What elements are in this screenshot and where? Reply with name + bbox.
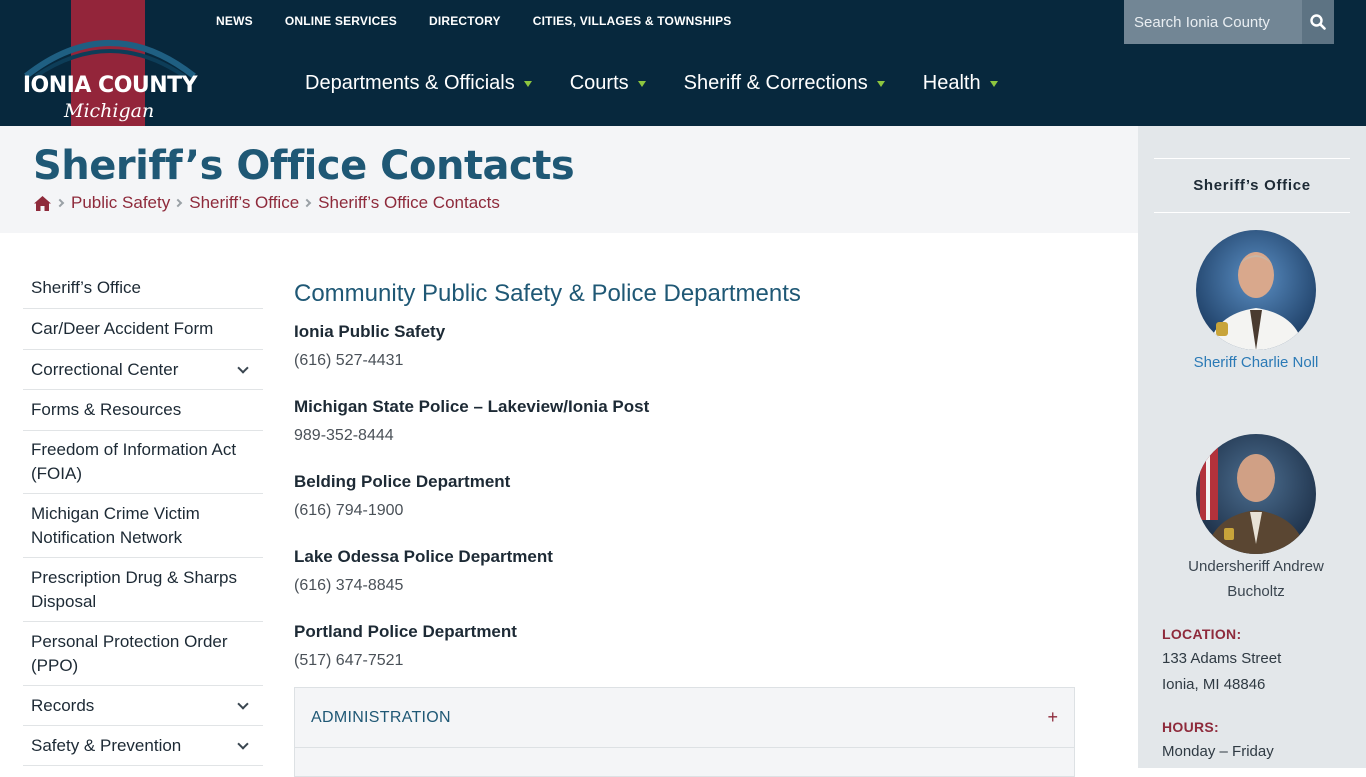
location-label: LOCATION: [1162,626,1242,642]
side-nav-item-ppo[interactable]: Personal Protection Order (PPO) [23,622,263,686]
logo-subtitle: Michigan [64,100,155,122]
nav-departments-officials[interactable]: Departments & Officials [305,72,532,95]
utility-nav: NEWS ONLINE SERVICES DIRECTORY CITIES, V… [216,14,732,28]
hours-label: HOURS: [1162,719,1220,735]
side-nav-item-sheriffs-office[interactable]: Sheriff’s Office [23,268,263,309]
chevron-right-icon [173,198,183,208]
plus-icon: + [1047,707,1058,727]
side-nav-item-drug-sharps[interactable]: Prescription Drug & Sharps Disposal [23,558,263,622]
side-nav-label: Prescription Drug & Sharps Disposal [31,567,237,611]
nav-label: Health [922,72,981,94]
breadcrumb: Public Safety Sheriff’s Office Sheriff’s… [33,193,500,213]
caret-down-icon [523,80,532,87]
sidebar-contacts: Sheriff’s Office Sheriff Charlie Noll Un… [1138,126,1366,768]
department-phone: 989-352-8444 [294,427,394,444]
breadcrumb-current[interactable]: Sheriff’s Office Contacts [318,193,500,213]
chevron-down-icon[interactable] [237,361,249,374]
logo-name: IONIA COUNTY [22,73,198,98]
nav-label: Courts [569,72,629,94]
county-logo[interactable]: IONIA COUNTY Michigan [20,0,200,130]
side-nav-item-records[interactable]: Records [23,686,263,726]
department-phone: (616) 527-4431 [294,352,404,369]
address-line-1: 133 Adams Street [1162,650,1282,667]
department-item: Lake Odessa Police Department (616) 374-… [294,545,1075,597]
undersheriff-photo [1196,434,1316,554]
side-nav-label: Personal Protection Order (PPO) [31,631,228,675]
department-name: Lake Odessa Police Department [294,547,553,566]
side-nav-item-foia[interactable]: Freedom of Information Act (FOIA) [23,431,263,494]
accordion: ADMINISTRATION + [294,687,1075,777]
side-nav-label: Records [31,695,95,715]
department-phone: (517) 647-7521 [294,652,404,669]
side-nav-item-car-deer[interactable]: Car/Deer Accident Form [23,309,263,350]
nav-label: Departments & Officials [305,72,515,94]
side-nav-label: Safety & Prevention [31,735,182,755]
department-item: Portland Police Department (517) 647-752… [294,620,1075,672]
nav-sheriff-corrections[interactable]: Sheriff & Corrections [684,72,885,95]
caret-down-icon [876,80,885,87]
department-item: Belding Police Department (616) 794-1900 [294,470,1075,522]
search-input[interactable] [1124,0,1302,44]
department-name: Ionia Public Safety [294,322,446,341]
search-icon [1310,14,1326,30]
main-content: Community Public Safety & Police Departm… [294,280,1075,695]
accordion-administration-toggle[interactable]: ADMINISTRATION + [295,688,1074,748]
nav-courts[interactable]: Courts [570,72,646,95]
main-nav: Departments & Officials Courts Sheriff &… [305,72,1036,95]
undersheriff-name: Undersheriff Andrew [1188,558,1324,575]
site-header: IONIA COUNTY Michigan NEWS ONLINE SERVIC… [0,0,1366,130]
undersheriff-name-line2: Bucholtz [1227,583,1285,600]
home-icon[interactable] [33,195,52,212]
accordion-title: ADMINISTRATION [311,708,451,726]
chevron-right-icon [302,198,312,208]
department-phone: (616) 374-8845 [294,577,404,594]
section-heading: Community Public Safety & Police Departm… [294,280,801,307]
sheriff-name-link[interactable]: Sheriff Charlie Noll [1154,350,1358,375]
side-nav-label: Freedom of Information Act (FOIA) [31,440,237,483]
section-side-nav: Sheriff’s Office Car/Deer Accident Form … [23,268,263,766]
breadcrumb-sheriffs-office[interactable]: Sheriff’s Office [189,193,299,213]
department-item: Michigan State Police – Lakeview/Ionia P… [294,395,1075,447]
caret-down-icon [637,80,646,87]
breadcrumb-public-safety[interactable]: Public Safety [71,193,170,213]
nav-health[interactable]: Health [923,72,998,95]
site-search [1124,0,1334,44]
nav-label: Sheriff & Corrections [683,72,868,94]
side-nav-label: Correctional Center [31,359,179,379]
address-line-2: Ionia, MI 48846 [1162,676,1266,693]
side-nav-item-safety-prevention[interactable]: Safety & Prevention [23,726,263,766]
department-item: Ionia Public Safety (616) 527-4431 [294,320,1075,372]
util-link-directory[interactable]: DIRECTORY [429,14,501,28]
hours-line-1: Monday – Friday [1162,743,1274,760]
chevron-down-icon[interactable] [237,737,249,750]
search-button[interactable] [1302,0,1334,44]
caret-down-icon [989,80,998,87]
sheriff-photo [1196,230,1316,350]
chevron-down-icon[interactable] [237,697,249,710]
aside-heading: Sheriff’s Office [1154,158,1350,213]
util-link-cities[interactable]: CITIES, VILLAGES & TOWNSHIPS [533,14,732,28]
util-link-news[interactable]: NEWS [216,14,253,28]
side-nav-item-correctional-center[interactable]: Correctional Center [23,350,263,390]
side-nav-label: Michigan Crime Victim Notification Netwo… [31,503,200,547]
department-phone: (616) 794-1900 [294,502,404,519]
side-nav-item-forms-resources[interactable]: Forms & Resources [23,390,263,431]
department-name: Michigan State Police – Lakeview/Ionia P… [294,397,650,416]
department-name: Belding Police Department [294,472,511,491]
chevron-right-icon [55,198,65,208]
side-nav-item-crime-victim[interactable]: Michigan Crime Victim Notification Netwo… [23,494,263,558]
page-title: Sheriff’s Office Contacts [33,143,575,189]
side-nav-label: Forms & Resources [31,400,182,419]
department-name: Portland Police Department [294,622,517,641]
side-nav-label: Sheriff’s Office [31,278,141,297]
sheriff-avatar[interactable] [1196,230,1316,350]
logo-arc [24,40,196,78]
undersheriff-avatar[interactable] [1196,434,1316,554]
side-nav-label: Car/Deer Accident Form [31,319,214,338]
util-link-online-services[interactable]: ONLINE SERVICES [285,14,397,28]
